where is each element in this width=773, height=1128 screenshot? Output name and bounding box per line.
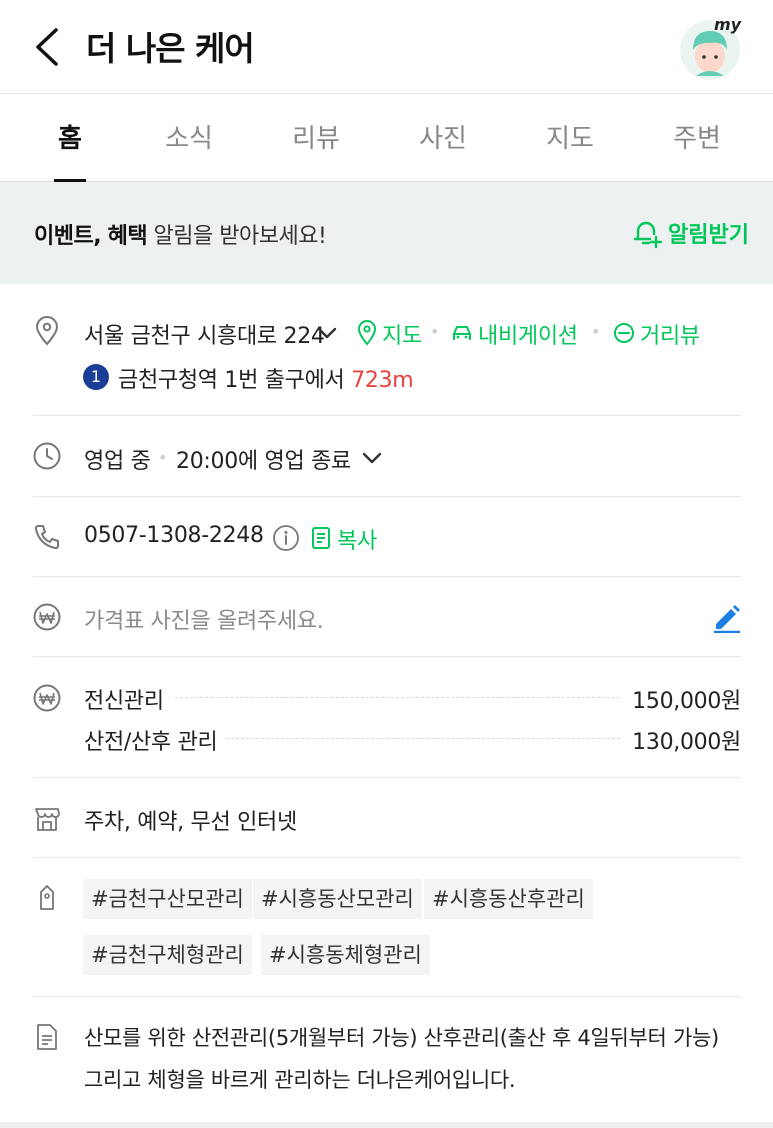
price-item-value: 150,000원 [632, 689, 741, 714]
subway-directions: 금천구청역 1번 출구에서 723m [118, 368, 414, 393]
chevron-down-icon[interactable] [361, 451, 383, 467]
tab-photos[interactable]: 사진 [393, 118, 493, 155]
divider [33, 996, 741, 997]
avatar-badge: my [714, 15, 742, 34]
closing-time[interactable]: 20:00에 영업 종료 [176, 443, 351, 475]
bell-plus-icon [633, 221, 662, 249]
app-header: 더 나은 케어 my [0, 0, 773, 94]
hashtag-chip[interactable]: #시흥동체형관리 [261, 935, 430, 975]
street-view-icon [614, 323, 634, 343]
price-item-name: 전신관리 [84, 689, 164, 714]
divider [33, 496, 741, 497]
my-profile-avatar[interactable]: my [678, 14, 746, 82]
store-icon [35, 808, 60, 831]
document-icon [37, 1024, 57, 1050]
amenities-text: 주차, 예약, 무선 인터넷 [84, 810, 297, 835]
tab-map[interactable]: 지도 [520, 118, 620, 155]
divider [33, 656, 741, 657]
tag-icon [40, 885, 54, 910]
bottom-separator [0, 1122, 773, 1128]
divider [33, 777, 741, 778]
tab-bar: 홈 소식 리뷰 사진 지도 주변 [0, 94, 773, 182]
price-item-name: 산전/산후 관리 [84, 730, 218, 755]
chevron-down-icon[interactable] [316, 326, 338, 342]
divider [33, 415, 741, 416]
tab-home[interactable]: 홈 [20, 118, 120, 155]
won-currency-icon [33, 603, 61, 631]
phone-number[interactable]: 0507-1308-2248 [84, 523, 264, 548]
back-arrow-icon[interactable] [30, 26, 66, 68]
location-pin-icon [35, 316, 59, 346]
phone-icon [34, 525, 59, 550]
street-view-link[interactable]: 거리뷰 [640, 318, 700, 350]
subscribe-alert-button[interactable]: 알림받기 [630, 215, 749, 251]
description-line: 산모를 위한 산전관리(5개월부터 가능) 산후관리(출산 후 4일뒤부터 가능… [84, 1026, 719, 1050]
description-line: 그리고 체형을 바르게 관리하는 더나은케어입니다. [84, 1068, 516, 1092]
edit-pencil-icon[interactable] [712, 603, 742, 633]
subway-line-badge: 1 [83, 364, 109, 390]
business-status: 영업 중 [84, 449, 151, 474]
hashtag-chip[interactable]: #금천구산모관리 [83, 879, 252, 919]
clock-icon [33, 442, 61, 470]
info-icon[interactable] [272, 524, 300, 552]
divider [33, 576, 741, 577]
won-currency-icon [33, 684, 61, 712]
tab-reviews[interactable]: 리뷰 [266, 118, 366, 155]
tab-nearby[interactable]: 주변 [647, 118, 747, 155]
page-title: 더 나은 케어 [86, 29, 255, 68]
divider [33, 857, 741, 858]
price-photo-placeholder: 가격표 사진을 올려주세요. [84, 609, 324, 634]
price-item-value: 130,000원 [632, 730, 741, 755]
navigation-link[interactable]: 내비게이션 [478, 318, 578, 350]
map-link[interactable]: 지도 [382, 318, 422, 350]
map-pin-icon [357, 320, 377, 346]
copy-button[interactable]: 복사 [337, 523, 377, 555]
hashtag-chip[interactable]: #시흥동산모관리 [253, 879, 422, 919]
navigation-car-icon [453, 326, 471, 340]
notification-banner: 이벤트, 혜택 알림을 받아보세요! 알림받기 [0, 182, 773, 284]
tab-news[interactable]: 소식 [139, 118, 239, 155]
hashtag-chip[interactable]: #금천구체형관리 [83, 935, 252, 975]
address-text[interactable]: 서울 금천구 시흥대로 224 [84, 318, 325, 350]
banner-text: 이벤트, 혜택 알림을 받아보세요! [34, 224, 327, 249]
copy-icon [312, 527, 330, 549]
hashtag-chip[interactable]: #시흥동산후관리 [424, 879, 593, 919]
